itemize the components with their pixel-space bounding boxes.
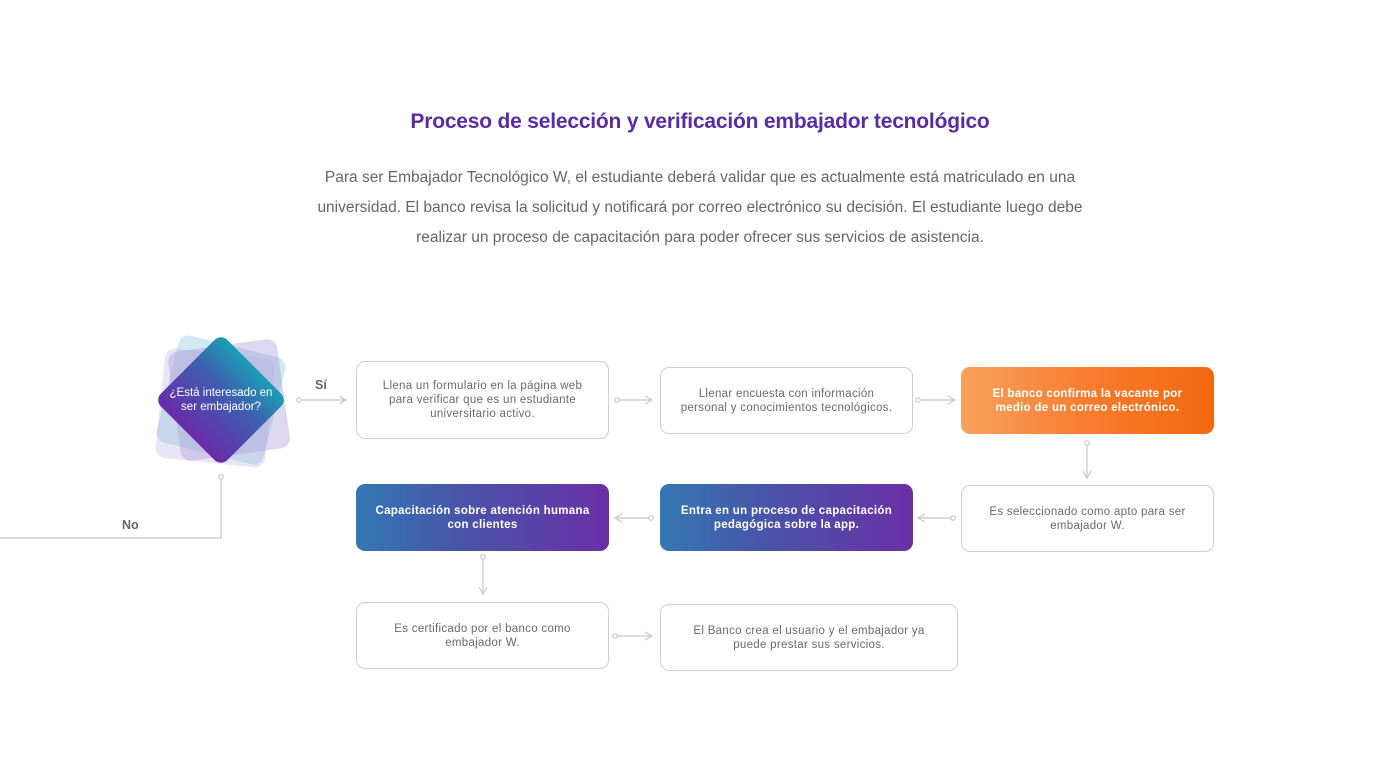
- step-human-training: Capacitación sobre atención humana con c…: [356, 484, 609, 551]
- step-survey: Llenar encuesta con información personal…: [660, 367, 913, 434]
- step-create-user: El Banco crea el usuario y el embajador …: [660, 604, 958, 671]
- step-pedagogic-training: Entra en un proceso de capacitación peda…: [660, 484, 913, 551]
- yes-label: Sí: [315, 378, 327, 392]
- step-form: Llena un formulario en la página web par…: [356, 361, 609, 439]
- step-confirm: El banco confirma la vacante por medio d…: [961, 367, 1214, 434]
- step-certified: Es certificado por el banco como embajad…: [356, 602, 609, 669]
- connector-decision-no: [0, 479, 222, 539]
- no-label: No: [122, 518, 139, 532]
- decision-text: ¿Está interesado en ser embajador?: [169, 387, 273, 413]
- decision-diamond: ¿Está interesado en ser embajador?: [148, 327, 294, 473]
- step-selected: Es seleccionado como apto para ser embaj…: [961, 485, 1214, 552]
